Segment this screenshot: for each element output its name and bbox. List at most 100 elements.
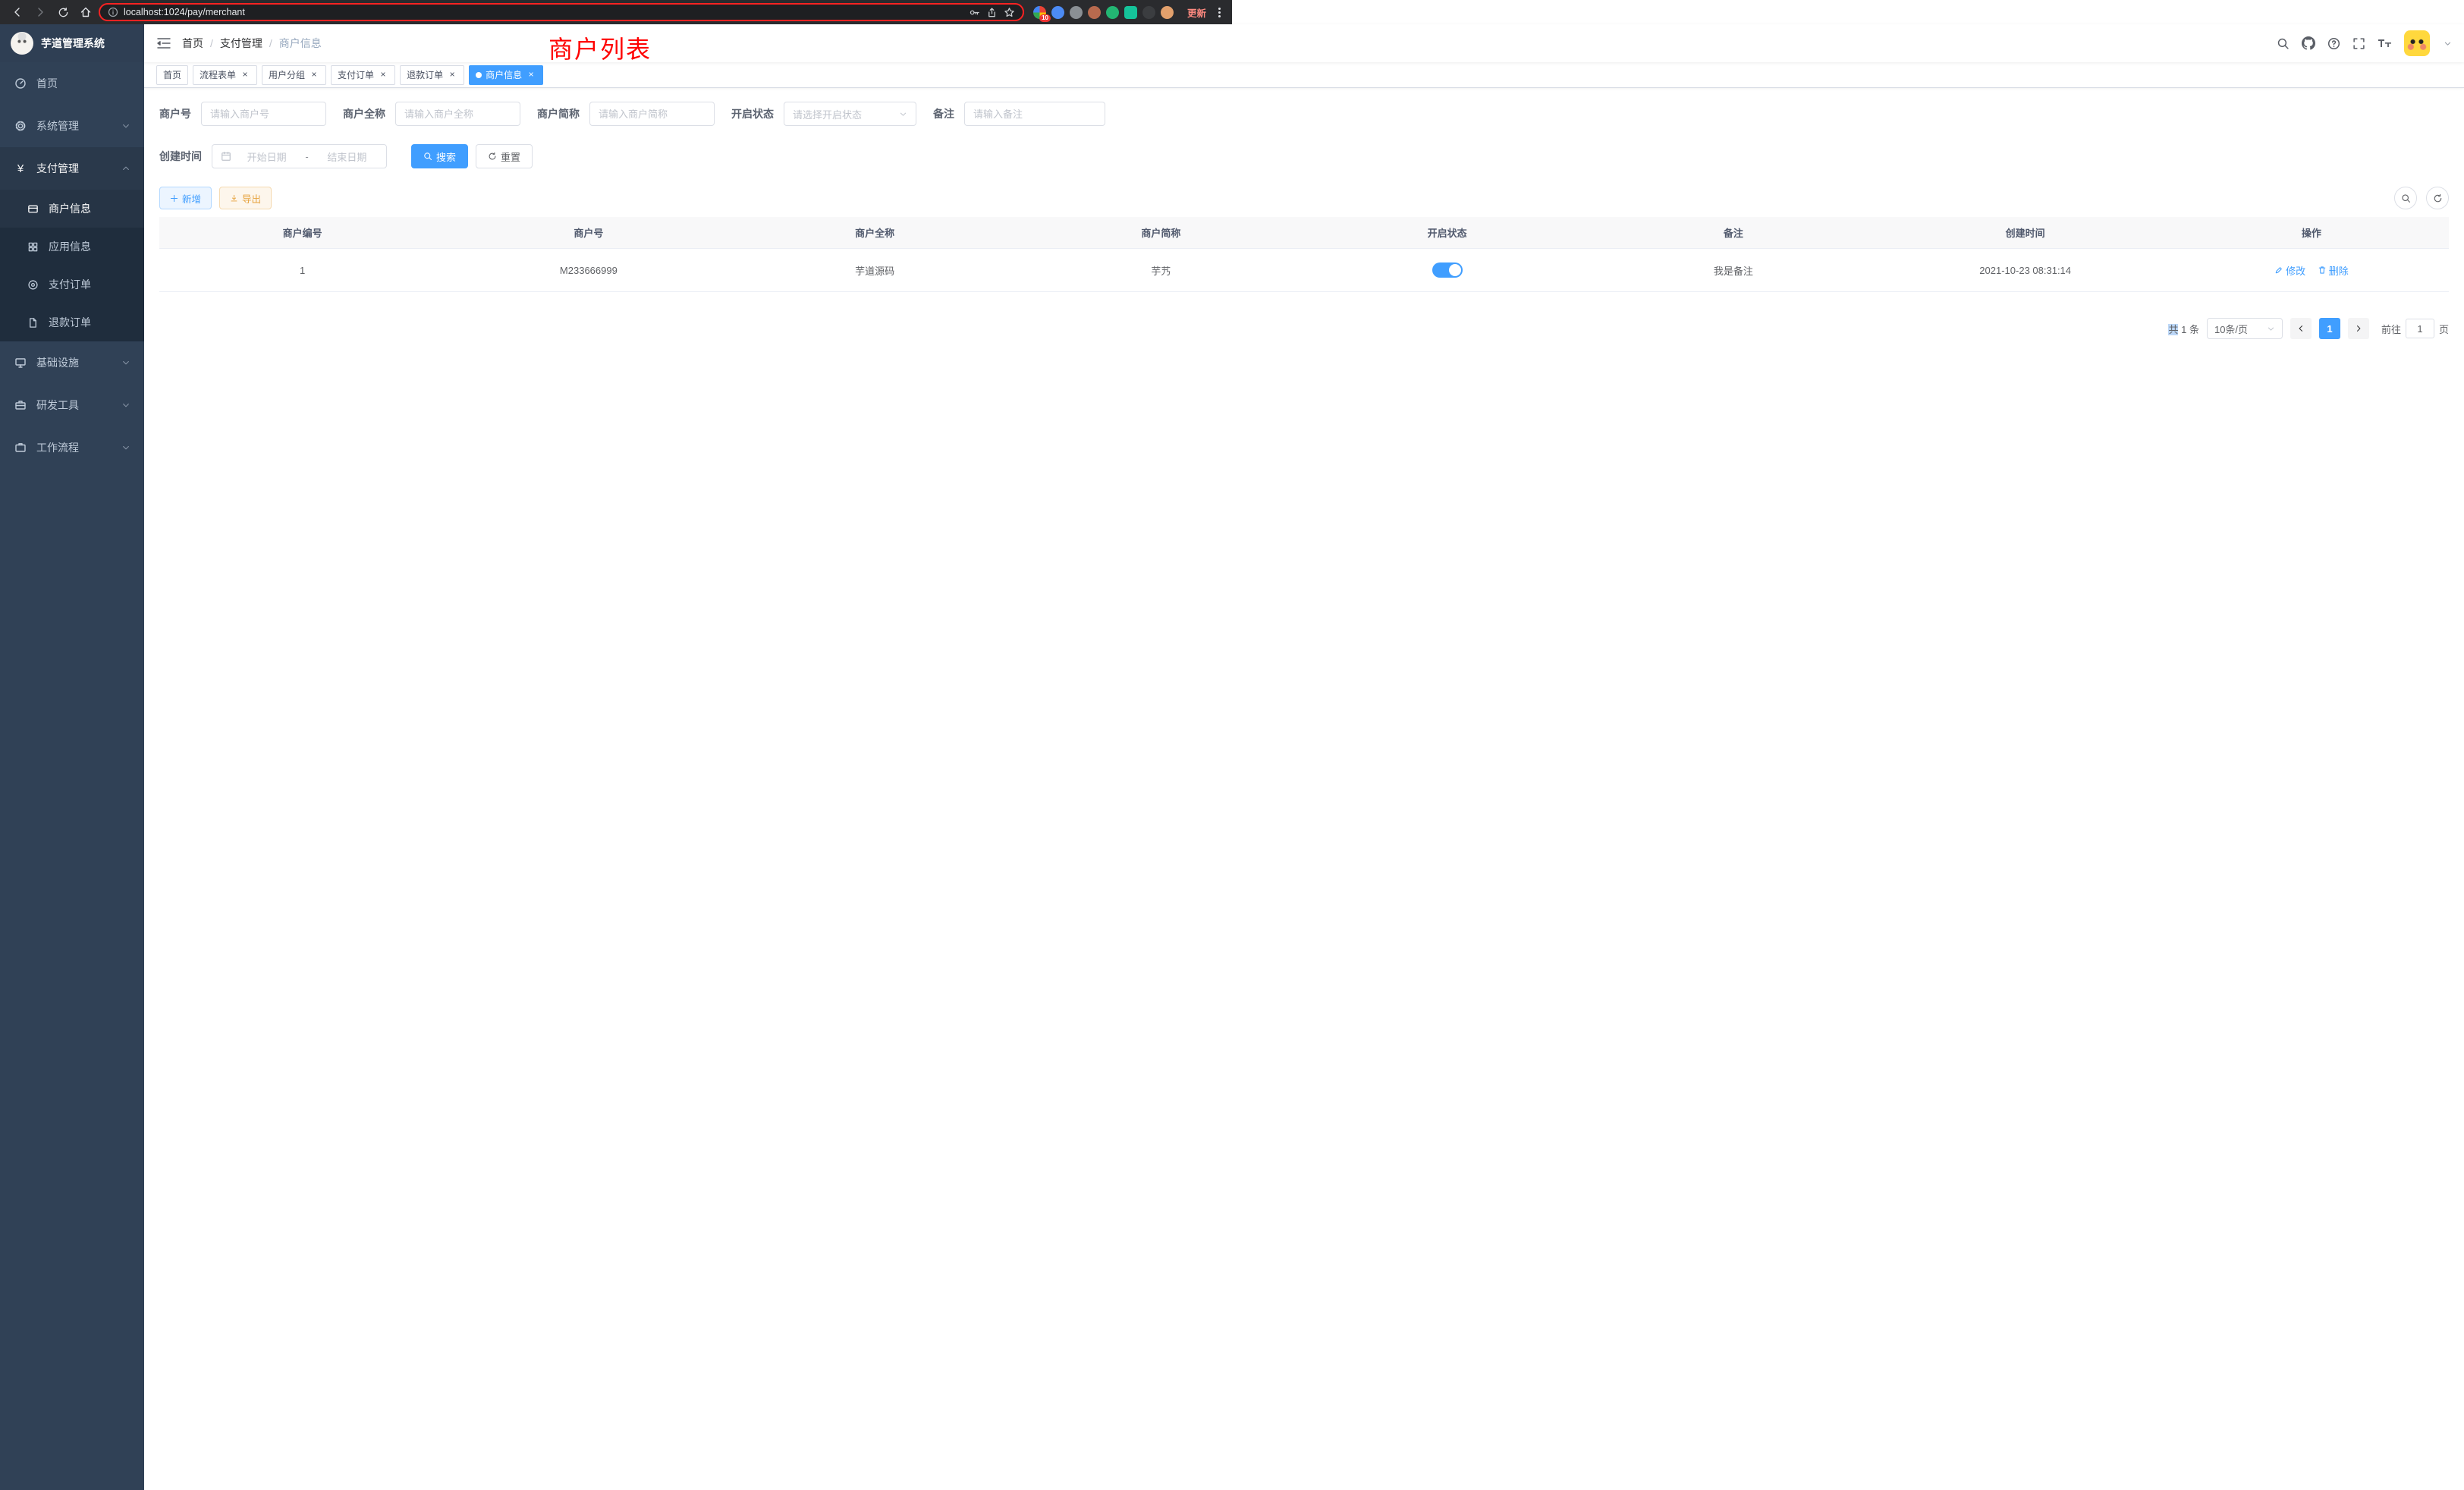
close-icon[interactable]: × bbox=[240, 70, 250, 80]
browser-menu-icon[interactable] bbox=[1214, 8, 1224, 17]
extension-icon-4[interactable] bbox=[1088, 6, 1101, 19]
browser-refresh-icon[interactable] bbox=[53, 3, 73, 21]
sidebar-item-payment[interactable]: ¥ 支付管理 bbox=[0, 147, 144, 190]
cell-merchant-name: 芋道源码 bbox=[732, 249, 1018, 292]
sidebar-item-refund-order[interactable]: 退款订单 bbox=[0, 303, 144, 341]
browser-forward-icon[interactable] bbox=[30, 3, 50, 21]
navbar-tools bbox=[2277, 30, 2452, 56]
extension-badge: 10 bbox=[1039, 14, 1051, 22]
extension-icon-1[interactable]: 10 bbox=[1033, 6, 1046, 19]
toggle-search-icon[interactable] bbox=[2394, 187, 2417, 209]
export-button[interactable]: 导出 bbox=[219, 187, 272, 209]
browser-home-icon[interactable] bbox=[76, 3, 96, 21]
share-icon[interactable] bbox=[986, 7, 998, 18]
address-bar[interactable]: localhost:1024/pay/merchant bbox=[99, 3, 1024, 21]
profile-avatar-icon[interactable] bbox=[1161, 6, 1174, 19]
tab-pay-order[interactable]: 支付订单× bbox=[331, 65, 395, 85]
tab-user-group[interactable]: 用户分组× bbox=[262, 65, 326, 85]
end-date-placeholder[interactable]: 结束日期 bbox=[316, 149, 378, 164]
extension-icon-7[interactable] bbox=[1142, 6, 1155, 19]
github-icon[interactable] bbox=[2302, 36, 2315, 50]
chevron-down-icon bbox=[121, 121, 130, 130]
browser-update-button[interactable]: 更新 bbox=[1183, 4, 1211, 21]
tab-home[interactable]: 首页 bbox=[156, 65, 188, 85]
add-button[interactable]: 新增 bbox=[159, 187, 212, 209]
sidebar-item-workflow[interactable]: 工作流程 bbox=[0, 426, 144, 469]
breadcrumb-current: 商户信息 bbox=[279, 36, 322, 51]
document-icon bbox=[26, 317, 39, 328]
prev-page-icon[interactable] bbox=[2290, 318, 2312, 339]
bookmark-star-icon[interactable] bbox=[1004, 7, 1015, 18]
merchant-no-input[interactable] bbox=[201, 102, 326, 126]
page-number-1[interactable]: 1 bbox=[2319, 318, 2340, 339]
yen-icon: ¥ bbox=[14, 162, 27, 175]
url-text[interactable]: localhost:1024/pay/merchant bbox=[124, 7, 963, 17]
status-select[interactable]: 请选择开启状态 bbox=[784, 102, 916, 126]
extension-icon-2[interactable] bbox=[1051, 6, 1064, 19]
merchant-no-label: 商户号 bbox=[159, 106, 191, 121]
merchant-short-input[interactable] bbox=[589, 102, 715, 126]
site-info-icon[interactable] bbox=[108, 7, 118, 17]
sidebar-item-merchant-info[interactable]: 商户信息 bbox=[0, 190, 144, 228]
hamburger-icon[interactable] bbox=[156, 36, 171, 50]
user-avatar[interactable] bbox=[2404, 30, 2430, 56]
page-size-select[interactable]: 10条/页 bbox=[2207, 318, 2283, 339]
reset-button[interactable]: 重置 bbox=[476, 144, 533, 168]
sidebar-item-app-info[interactable]: 应用信息 bbox=[0, 228, 144, 266]
close-icon[interactable]: × bbox=[309, 70, 319, 80]
active-tab-dot bbox=[476, 72, 482, 78]
font-size-icon[interactable] bbox=[2378, 37, 2392, 49]
sidebar-item-infra[interactable]: 基础设施 bbox=[0, 341, 144, 384]
avatar-caret-icon[interactable] bbox=[2444, 39, 2452, 48]
search-icon[interactable] bbox=[2277, 37, 2290, 50]
col-merchant-name: 商户全称 bbox=[732, 217, 1018, 249]
browser-back-icon[interactable] bbox=[8, 3, 27, 21]
next-page-icon[interactable] bbox=[2348, 318, 2369, 339]
tab-merchant-info[interactable]: 商户信息× bbox=[469, 65, 543, 85]
remark-input[interactable] bbox=[964, 102, 1105, 126]
extension-icon-6[interactable] bbox=[1124, 6, 1137, 19]
pagination: 共 1 条 10条/页 1 前往 页 bbox=[159, 318, 2449, 339]
delete-link[interactable]: 删除 bbox=[2318, 263, 2349, 278]
edit-link[interactable]: 修改 bbox=[2274, 263, 2305, 278]
sidebar-item-home[interactable]: 首页 bbox=[0, 62, 144, 105]
cell-merchant-short: 芋艿 bbox=[1018, 249, 1304, 292]
table-toolbar: 新增 导出 bbox=[159, 187, 2449, 209]
tags-view-bar: 首页 流程表单× 用户分组× 支付订单× 退款订单× 商户信息× bbox=[144, 62, 2464, 88]
refresh-table-icon[interactable] bbox=[2426, 187, 2449, 209]
col-merchant-id: 商户编号 bbox=[159, 217, 445, 249]
close-icon[interactable]: × bbox=[378, 70, 388, 80]
goto-page-input[interactable] bbox=[2406, 319, 2434, 338]
sidebar-item-devtools[interactable]: 研发工具 bbox=[0, 384, 144, 426]
extension-icon-3[interactable] bbox=[1070, 6, 1083, 19]
sidebar-item-system[interactable]: 系统管理 bbox=[0, 105, 144, 147]
calendar-icon bbox=[221, 151, 231, 162]
sidebar: 芋道管理系统 首页 系统管理 ¥ 支付管理 商户信息 bbox=[0, 24, 144, 1490]
breadcrumb-payment[interactable]: 支付管理 bbox=[220, 36, 262, 51]
sidebar-menu: 首页 系统管理 ¥ 支付管理 商户信息 应用信息 bbox=[0, 62, 144, 1490]
password-key-icon[interactable] bbox=[969, 7, 980, 18]
start-date-placeholder[interactable]: 开始日期 bbox=[236, 149, 297, 164]
create-time-label: 创建时间 bbox=[159, 149, 202, 164]
table-header-row: 商户编号 商户号 商户全称 商户简称 开启状态 备注 创建时间 操作 bbox=[159, 217, 2449, 249]
cell-remark: 我是备注 bbox=[1590, 249, 1876, 292]
merchant-name-input[interactable] bbox=[395, 102, 520, 126]
status-toggle[interactable] bbox=[1432, 262, 1463, 278]
extension-icon-5[interactable] bbox=[1106, 6, 1119, 19]
close-icon[interactable]: × bbox=[526, 70, 536, 80]
close-icon[interactable]: × bbox=[447, 70, 457, 80]
tab-refund-order[interactable]: 退款订单× bbox=[400, 65, 464, 85]
fullscreen-icon[interactable] bbox=[2352, 37, 2365, 50]
gear-icon bbox=[14, 120, 27, 132]
search-button[interactable]: 搜索 bbox=[411, 144, 468, 168]
create-time-range-picker[interactable]: 开始日期 - 结束日期 bbox=[212, 144, 387, 168]
tab-process-form[interactable]: 流程表单× bbox=[193, 65, 257, 85]
status-label: 开启状态 bbox=[731, 106, 774, 121]
help-icon[interactable] bbox=[2327, 37, 2340, 50]
breadcrumb: 首页 / 支付管理 / 商户信息 bbox=[182, 36, 322, 51]
extensions-cluster: 10 bbox=[1033, 6, 1174, 19]
breadcrumb-home[interactable]: 首页 bbox=[182, 36, 203, 51]
sidebar-logo[interactable]: 芋道管理系统 bbox=[0, 24, 144, 62]
sidebar-item-pay-order[interactable]: 支付订单 bbox=[0, 266, 144, 303]
cell-merchant-id: 1 bbox=[159, 249, 445, 292]
